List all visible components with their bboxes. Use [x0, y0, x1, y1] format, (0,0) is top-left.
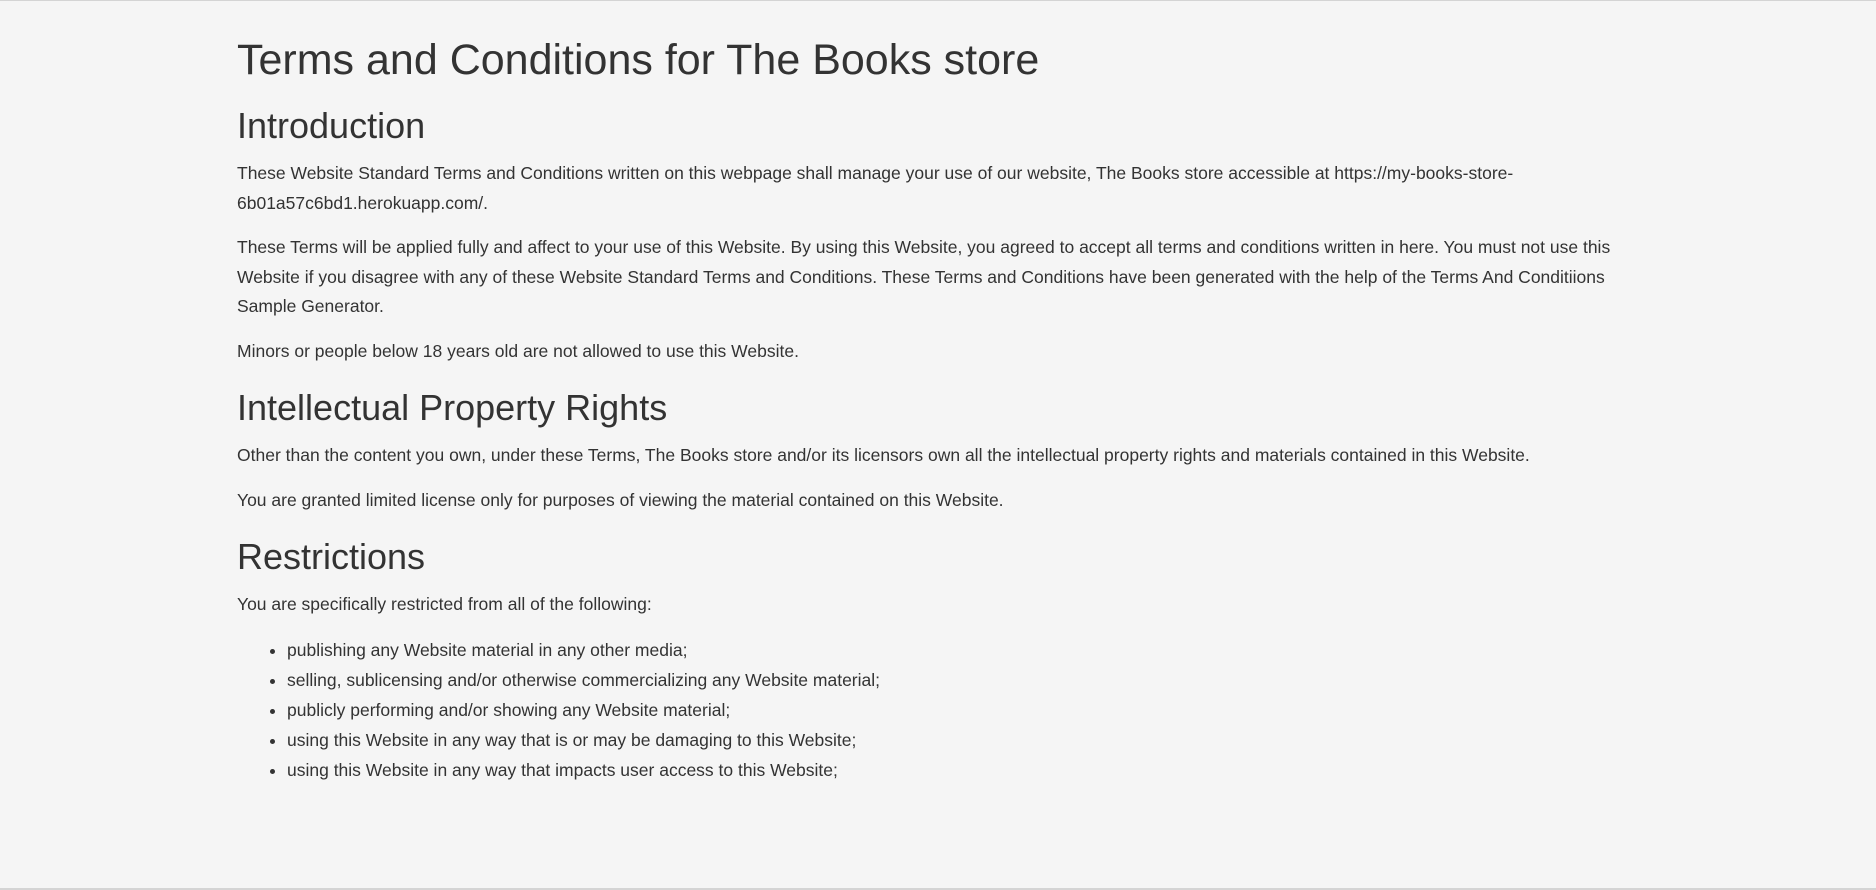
section-heading-introduction: Introduction — [237, 105, 426, 146]
paragraph: Minors or people below 18 years old are … — [237, 340, 799, 361]
section-heading-intellectual-property: Intellectual Property Rights — [237, 387, 668, 428]
restrictions-list: publishing any Website material in any o… — [237, 635, 1657, 785]
page-title: Terms and Conditions for The Books store — [237, 36, 1040, 84]
list-item: using this Website in any way that impac… — [287, 755, 1657, 785]
paragraph: You are granted limited license only for… — [237, 489, 1004, 510]
list-item: publishing any Website material in any o… — [287, 635, 1657, 665]
section-heading-restrictions: Restrictions — [237, 536, 426, 577]
paragraph: These Website Standard Terms and Conditi… — [237, 163, 1514, 213]
paragraph: These Terms will be applied fully and af… — [237, 237, 1611, 316]
paragraph: You are specifically restricted from all… — [237, 594, 652, 614]
terms-content: Terms and Conditions for The Books store… — [237, 1, 1657, 797]
list-item: publicly performing and/or showing any W… — [287, 695, 1657, 725]
paragraph: Other than the content you own, under th… — [237, 445, 1530, 465]
list-item: selling, sublicensing and/or otherwise c… — [287, 665, 1657, 695]
list-item: using this Website in any way that is or… — [287, 725, 1657, 755]
